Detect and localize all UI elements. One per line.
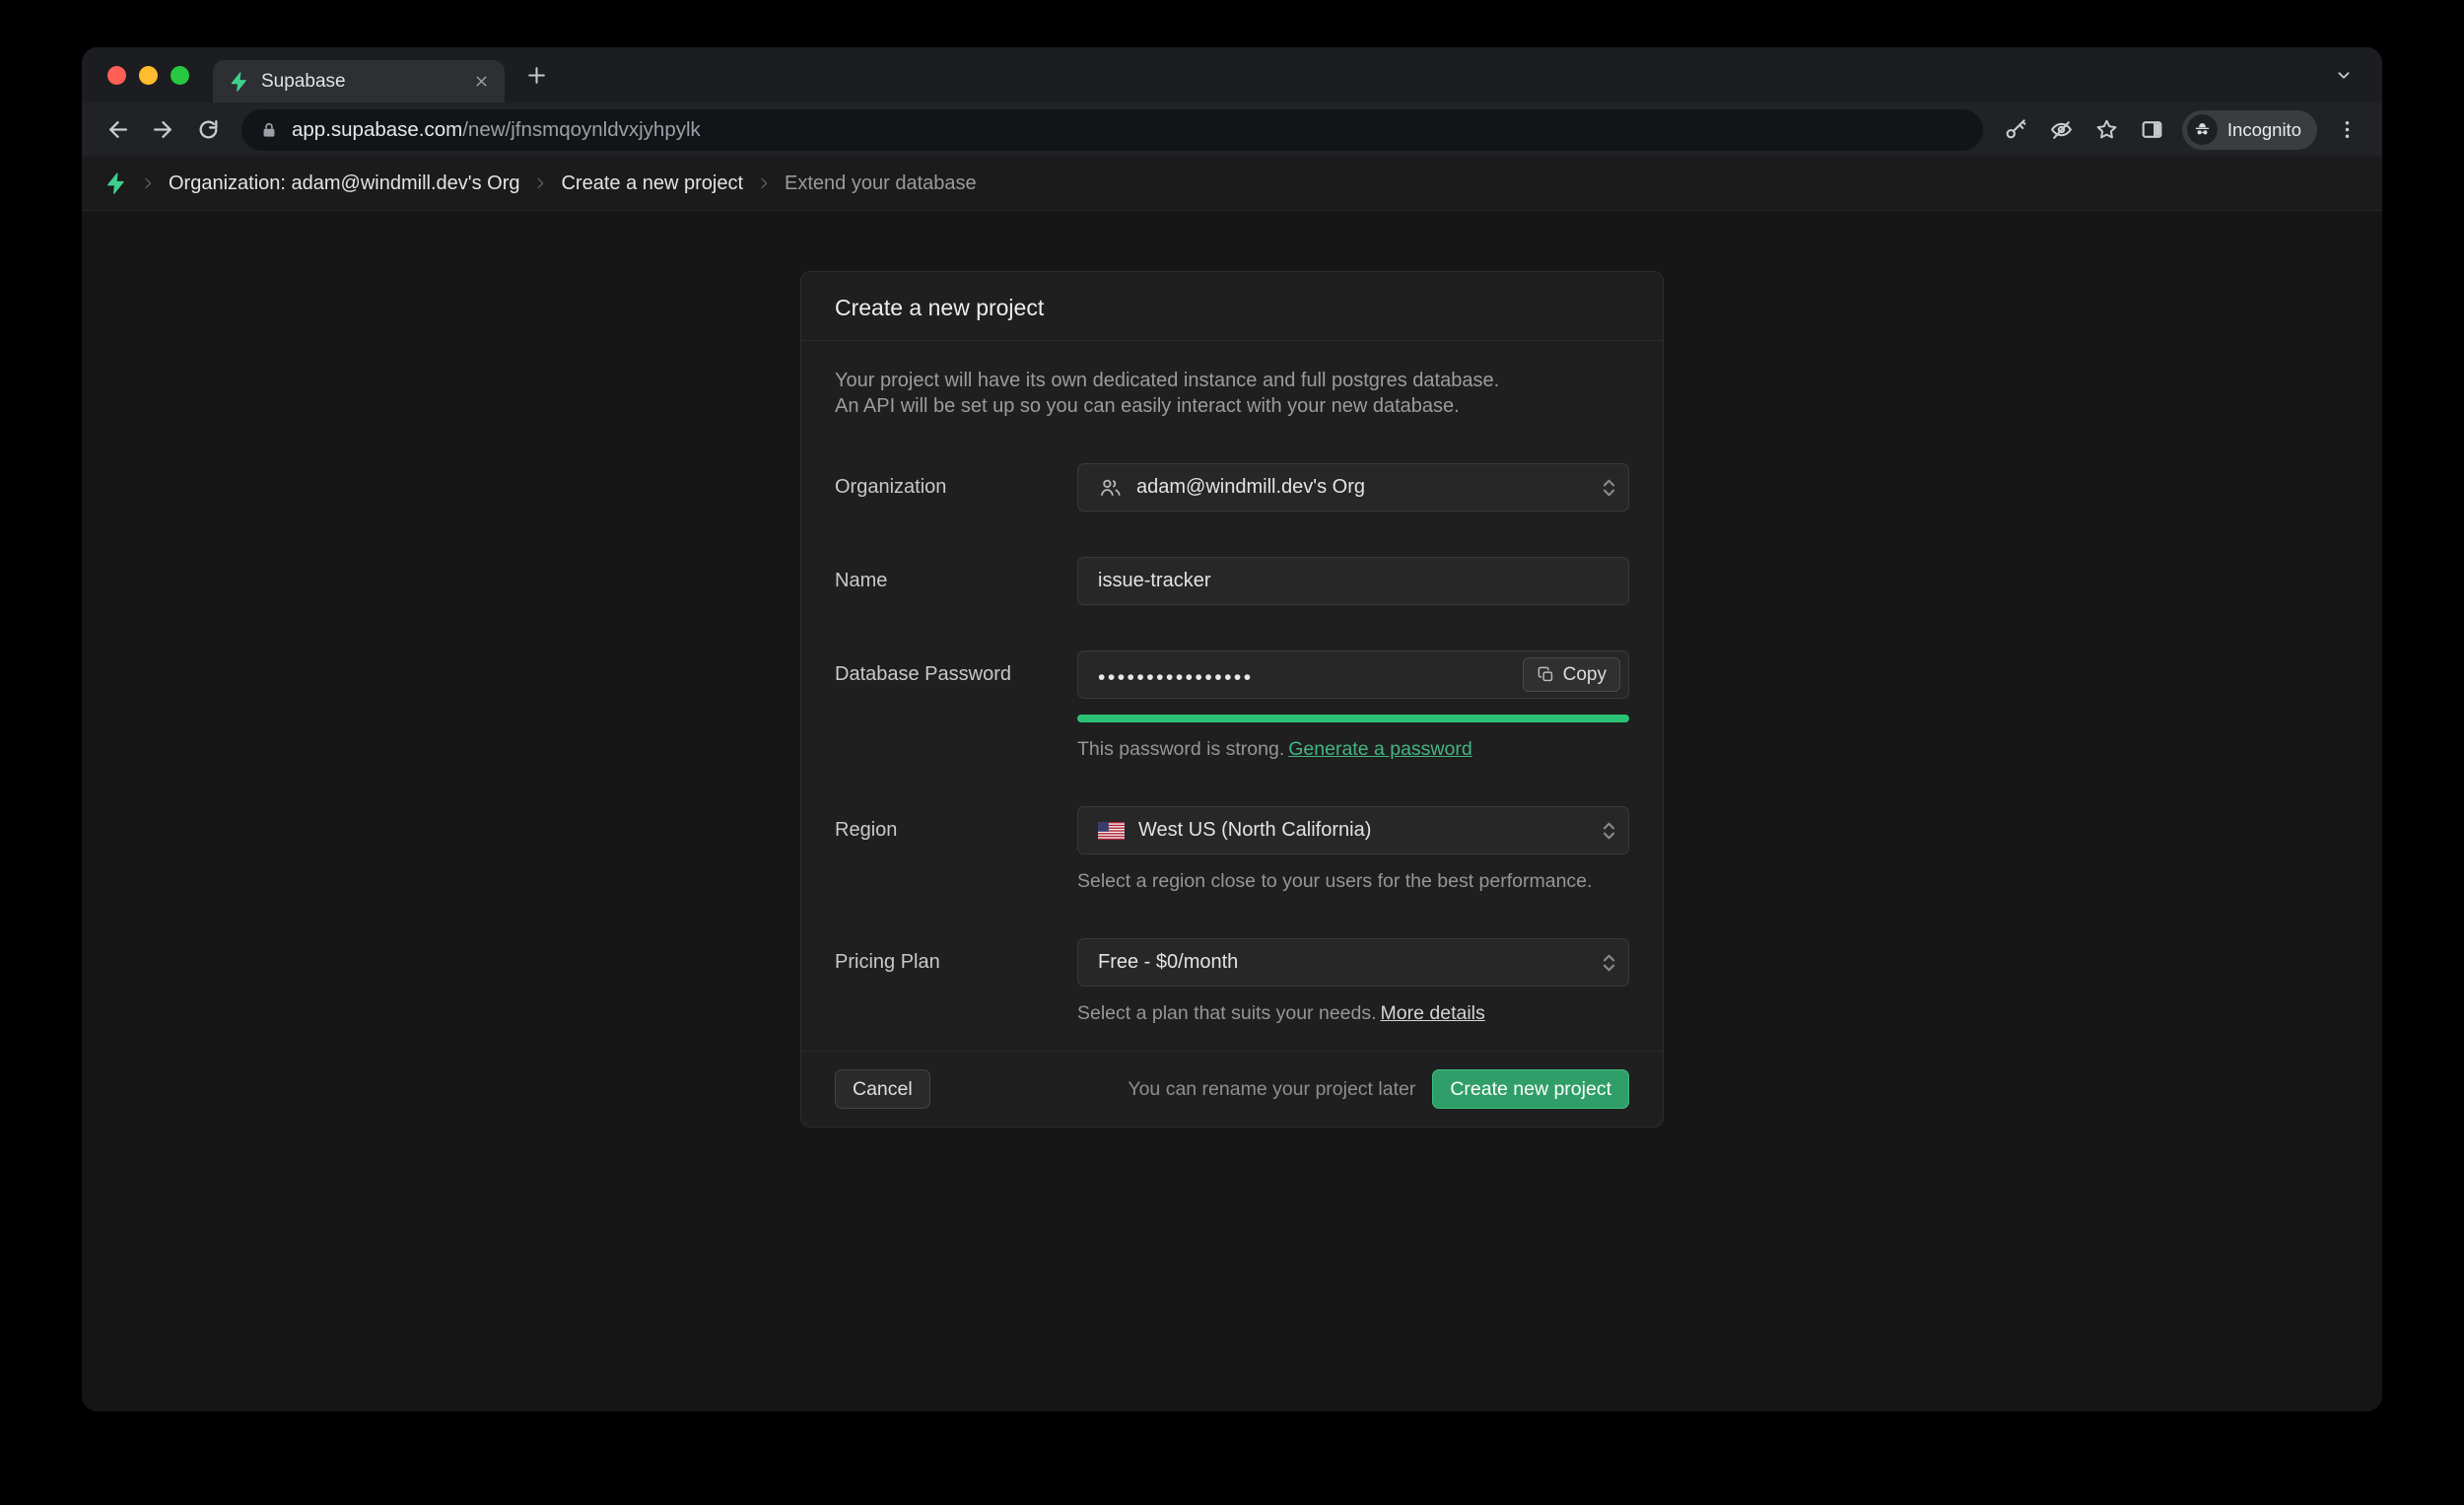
password-strength-bar	[1077, 715, 1629, 722]
breadcrumb-organization[interactable]: Organization: adam@windmill.dev's Org	[169, 172, 519, 195]
description-line-1: Your project will have its own dedicated…	[835, 368, 1629, 393]
region-help-text: Select a region close to your users for …	[1077, 870, 1629, 893]
tab-strip: Supabase	[82, 47, 2382, 103]
footer-right: You can rename your project later Create…	[1128, 1069, 1629, 1109]
card-description: Your project will have its own dedicated…	[835, 368, 1629, 419]
new-tab-button[interactable]	[524, 63, 549, 88]
breadcrumb: Organization: adam@windmill.dev's Org Cr…	[82, 157, 2382, 211]
browser-toolbar: app.supabase.com/new/jfnsmqoynldvxjyhpyl…	[82, 103, 2382, 157]
database-password-input[interactable]: •••••••••••••••• Copy	[1077, 650, 1629, 699]
select-chevrons-icon	[1599, 820, 1619, 841]
breadcrumb-separator-icon	[140, 175, 156, 191]
pricing-label: Pricing Plan	[835, 938, 1077, 1025]
organization-field-row: Organization adam@windmill.dev's Org	[835, 463, 1629, 512]
main-content: Create a new project Your project will h…	[82, 211, 2382, 1411]
browser-window: Supabase app.supabase.com/new/jfnsmqoynl…	[82, 47, 2382, 1411]
url-domain: app.supabase.com	[292, 118, 462, 141]
generate-password-link[interactable]: Generate a password	[1288, 738, 1472, 760]
name-field-row: Name issue-tracker	[835, 557, 1629, 605]
copy-label: Copy	[1563, 664, 1607, 686]
password-masked-value: ••••••••••••••••	[1098, 662, 1254, 688]
address-bar[interactable]: app.supabase.com/new/jfnsmqoynldvxjyhpyl…	[241, 109, 1983, 151]
macos-window-controls	[107, 66, 189, 85]
description-line-2: An API will be set up so you can easily …	[835, 393, 1629, 419]
breadcrumb-extend-database: Extend your database	[785, 172, 977, 195]
copy-icon	[1537, 665, 1555, 684]
region-label: Region	[835, 806, 1077, 893]
browser-menu-icon[interactable]	[2325, 108, 2368, 152]
breadcrumb-create-project[interactable]: Create a new project	[561, 172, 743, 195]
pricing-field-row: Pricing Plan Free - $0/month Select a pl…	[835, 938, 1629, 1025]
forward-button[interactable]	[141, 108, 184, 152]
breadcrumb-separator-icon	[532, 175, 548, 191]
supabase-favicon-icon	[228, 71, 249, 93]
minimize-window-button[interactable]	[139, 66, 158, 85]
breadcrumb-separator-icon	[756, 175, 772, 191]
select-chevrons-icon	[1599, 952, 1619, 973]
pricing-help-text: Select a plan that suits your needs.	[1077, 1002, 1377, 1024]
copy-password-button[interactable]: Copy	[1523, 657, 1620, 692]
url-text: app.supabase.com/new/jfnsmqoynldvxjyhpyl…	[292, 118, 701, 142]
incognito-badge[interactable]: Incognito	[2182, 110, 2317, 150]
password-key-icon[interactable]	[1995, 108, 2038, 152]
reload-button[interactable]	[186, 108, 230, 152]
fullscreen-window-button[interactable]	[171, 66, 189, 85]
incognito-avatar-icon	[2187, 114, 2218, 145]
supabase-logo-icon[interactable]	[103, 171, 127, 195]
pricing-plan-select[interactable]: Free - $0/month	[1077, 938, 1629, 987]
eye-off-icon[interactable]	[2040, 108, 2084, 152]
cancel-button[interactable]: Cancel	[835, 1069, 930, 1109]
side-panel-icon[interactable]	[2131, 108, 2174, 152]
create-project-card: Create a new project Your project will h…	[800, 271, 1664, 1128]
tab-close-icon[interactable]	[473, 73, 490, 90]
us-flag-icon	[1098, 822, 1125, 840]
project-name-input[interactable]: issue-tracker	[1077, 557, 1629, 605]
password-label: Database Password	[835, 650, 1077, 761]
password-strength-row: This password is strong.Generate a passw…	[1077, 738, 1629, 761]
select-chevrons-icon	[1599, 477, 1619, 498]
password-field-row: Database Password •••••••••••••••• Copy	[835, 650, 1629, 761]
card-header: Create a new project	[801, 272, 1663, 341]
url-path: /new/jfnsmqoynldvxjyhpylk	[462, 118, 701, 141]
close-window-button[interactable]	[107, 66, 126, 85]
bookmark-star-icon[interactable]	[2086, 108, 2129, 152]
organization-select[interactable]: adam@windmill.dev's Org	[1077, 463, 1629, 512]
tab-list-chevron-icon[interactable]	[2333, 64, 2355, 86]
tab-supabase[interactable]: Supabase	[213, 60, 505, 103]
incognito-label: Incognito	[2227, 119, 2301, 141]
region-field-row: Region	[835, 806, 1629, 893]
name-label: Name	[835, 557, 1077, 605]
password-strength-text: This password is strong.	[1077, 738, 1284, 760]
project-name-value: issue-tracker	[1098, 570, 1210, 592]
supabase-page: Organization: adam@windmill.dev's Org Cr…	[82, 157, 2382, 1411]
lock-icon[interactable]	[259, 120, 279, 140]
create-project-button[interactable]: Create new project	[1432, 1069, 1629, 1109]
pricing-help-row: Select a plan that suits your needs.More…	[1077, 1002, 1629, 1025]
organization-label: Organization	[835, 463, 1077, 512]
card-footer: Cancel You can rename your project later…	[801, 1051, 1663, 1127]
users-icon	[1098, 475, 1123, 500]
region-select[interactable]: West US (North California)	[1077, 806, 1629, 855]
page-title: Create a new project	[835, 295, 1629, 321]
back-button[interactable]	[96, 108, 139, 152]
region-value: West US (North California)	[1138, 819, 1371, 842]
card-body: Your project will have its own dedicated…	[801, 341, 1663, 1025]
more-details-link[interactable]: More details	[1381, 1002, 1485, 1024]
tab-title: Supabase	[261, 71, 461, 93]
organization-value: adam@windmill.dev's Org	[1136, 476, 1365, 499]
pricing-value: Free - $0/month	[1098, 951, 1238, 974]
rename-note: You can rename your project later	[1128, 1078, 1415, 1101]
